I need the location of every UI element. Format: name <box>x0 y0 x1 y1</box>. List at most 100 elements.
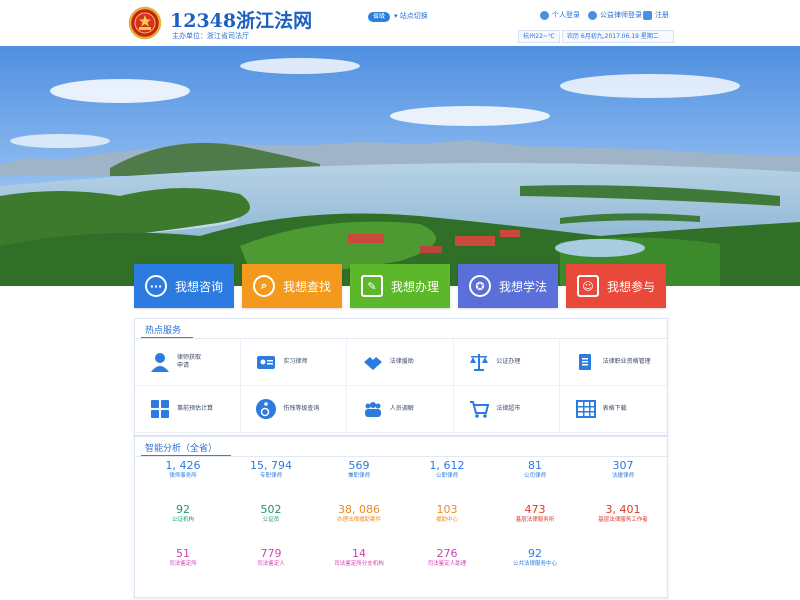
analysis-panel: 智能分析（全省） 1, 426 律师事务所 15, 794 专职律师 569 兼职律师 1,… <box>134 436 668 598</box>
stat-label: 兼职律师 <box>347 473 370 479</box>
grid-icon <box>149 398 171 420</box>
hot-service-label: 法律职业资格管理 <box>602 358 651 365</box>
search-label: 我想查找 <box>282 279 331 294</box>
stat-label: 律师事务所 <box>169 473 197 479</box>
participate-button[interactable]: ☺ 我想参与 <box>566 264 666 308</box>
register-link[interactable]: 注册 <box>643 10 669 20</box>
stat-item[interactable]: 307 法援律师 <box>579 459 667 481</box>
lawyer-icon <box>149 351 171 373</box>
stat-item[interactable]: 779 司法鉴定人 <box>227 547 315 569</box>
stat-item[interactable]: 92 公共法律服务中心 <box>491 547 579 569</box>
stat-item[interactable]: 569 兼职律师 <box>315 459 403 481</box>
stat-value: 81 <box>528 459 542 472</box>
stat-value: 3, 401 <box>605 503 641 516</box>
handle-label: 我想办理 <box>390 279 439 294</box>
lawyer-login-label: 公益律师登录 <box>600 11 642 19</box>
stat-label: 司法鉴定所 <box>169 561 197 567</box>
hot-service-item[interactable]: 伤残等级查询 <box>241 386 348 433</box>
stat-label: 办理法律援助案件 <box>336 517 381 523</box>
stat-label: 公证员 <box>262 517 280 523</box>
consult-button[interactable]: ··· 我想咨询 <box>134 264 234 308</box>
hot-service-item[interactable]: 公证办理 <box>454 339 561 386</box>
lawyer-icon <box>588 10 597 20</box>
id-card-icon <box>255 351 277 373</box>
stat-value: 92 <box>528 547 542 560</box>
stat-label: 基层法律服务所 <box>515 517 555 523</box>
stat-item[interactable]: 92 公证机构 <box>139 503 227 525</box>
register-label: 注册 <box>655 11 669 19</box>
stat-item[interactable]: 103 援助中心 <box>403 503 491 525</box>
city-badge[interactable]: 省级 <box>368 12 390 22</box>
participate-label: 我想参与 <box>606 279 655 294</box>
hot-service-label: 实习律师 <box>283 358 308 365</box>
hot-service-item[interactable]: 法律超市 <box>454 386 561 433</box>
learn-law-label: 我想学法 <box>498 279 547 294</box>
stat-label: 基层法律服务工作者 <box>598 517 648 523</box>
stat-value: 38, 086 <box>338 503 380 516</box>
search-button[interactable]: ⌕ 我想查找 <box>242 264 342 308</box>
table-icon <box>575 398 597 420</box>
stat-label: 法援律师 <box>611 473 634 479</box>
stat-item[interactable]: 81 公司律师 <box>491 459 579 481</box>
learn-law-button[interactable]: ✪ 我想学法 <box>458 264 558 308</box>
stat-item[interactable]: 38, 086 办理法律援助案件 <box>315 503 403 525</box>
stat-item[interactable]: 1, 426 律师事务所 <box>139 459 227 481</box>
switch-site-link[interactable]: ▾ 站点切换 <box>394 11 428 21</box>
stat-value: 502 <box>260 503 282 516</box>
analysis-title: 智能分析（全省） <box>145 444 218 454</box>
national-emblem-icon <box>128 6 162 40</box>
stat-label: 援助中心 <box>435 517 458 523</box>
hot-service-item[interactable]: 人员调解 <box>347 386 454 433</box>
stat-value: 569 <box>348 459 370 472</box>
stat-item[interactable]: 473 基层法律服务所 <box>491 503 579 525</box>
stat-label: 公共法律服务中心 <box>512 561 557 567</box>
group-icon <box>362 398 384 420</box>
divider <box>135 456 667 457</box>
stat-value: 307 <box>612 459 634 472</box>
chat-icon: ··· <box>144 275 167 297</box>
user-icon <box>540 10 549 20</box>
site-title[interactable]: 12348浙江法网 <box>170 6 312 33</box>
stat-item[interactable]: 276 司法鉴定人助理 <box>403 547 491 569</box>
top-header: 12348浙江法网 主办单位：浙江省司法厅 省级 ▾ 站点切换 个人登录 公益律… <box>0 0 800 46</box>
hot-services-title: 热点服务 <box>145 326 182 336</box>
stat-item[interactable]: 15, 794 专职律师 <box>227 459 315 481</box>
people-icon: ☺ <box>576 275 599 297</box>
stat-item[interactable]: 3, 401 基层法律服务工作者 <box>579 503 667 525</box>
hot-service-label: 事前预估计算 <box>177 405 214 412</box>
magnifier-icon: ⌕ <box>252 275 275 297</box>
stat-value: 1, 426 <box>165 459 201 472</box>
hot-service-item[interactable]: 律师获取 申请 <box>135 339 241 386</box>
hot-service-item[interactable]: 事前预估计算 <box>135 386 241 433</box>
stat-label: 司法鉴定所分支机构 <box>334 561 384 567</box>
weather-box: 杭州22~℃ <box>518 30 560 43</box>
scales-icon <box>468 351 490 373</box>
hot-service-label: 律师获取 申请 <box>177 354 202 369</box>
stat-item[interactable]: 502 公证员 <box>227 503 315 525</box>
chevron-down-icon: ▾ <box>394 12 398 20</box>
west-lake-landscape-image <box>0 46 800 286</box>
stat-label: 司法鉴定人 <box>257 561 285 567</box>
stat-item[interactable]: 1, 612 公职律师 <box>403 459 491 481</box>
hot-services-panel: 热点服务 律师获取 申请 实习律师 法律援助 公证办理 法律职业资格管理事前预估计算 伤残… <box>134 318 668 436</box>
hot-service-label: 法律援助 <box>389 358 414 365</box>
document-icon <box>575 351 597 373</box>
cart-icon <box>468 398 490 420</box>
stat-item[interactable]: 51 司法鉴定所 <box>139 547 227 569</box>
medal-icon: ✪ <box>468 275 491 297</box>
hot-service-item[interactable]: 法律职业资格管理 <box>560 339 667 386</box>
personal-login-label: 个人登录 <box>552 11 580 19</box>
handle-button[interactable]: ✎ 我想办理 <box>350 264 450 308</box>
wheelchair-icon <box>255 398 277 420</box>
stat-label: 公司律师 <box>523 473 546 479</box>
hot-services-grid: 律师获取 申请 实习律师 法律援助 公证办理 法律职业资格管理事前预估计算 伤残等级查询 人… <box>135 339 667 433</box>
stat-value: 15, 794 <box>250 459 292 472</box>
hot-service-label: 人员调解 <box>389 405 414 412</box>
hot-service-item[interactable]: 表格下载 <box>560 386 667 433</box>
personal-login-link[interactable]: 个人登录 <box>540 10 580 20</box>
stat-label: 公职律师 <box>435 473 458 479</box>
lawyer-login-link[interactable]: 公益律师登录 <box>588 10 642 20</box>
stat-item[interactable]: 14 司法鉴定所分支机构 <box>315 547 403 569</box>
hot-service-item[interactable]: 法律援助 <box>347 339 454 386</box>
hot-service-item[interactable]: 实习律师 <box>241 339 348 386</box>
